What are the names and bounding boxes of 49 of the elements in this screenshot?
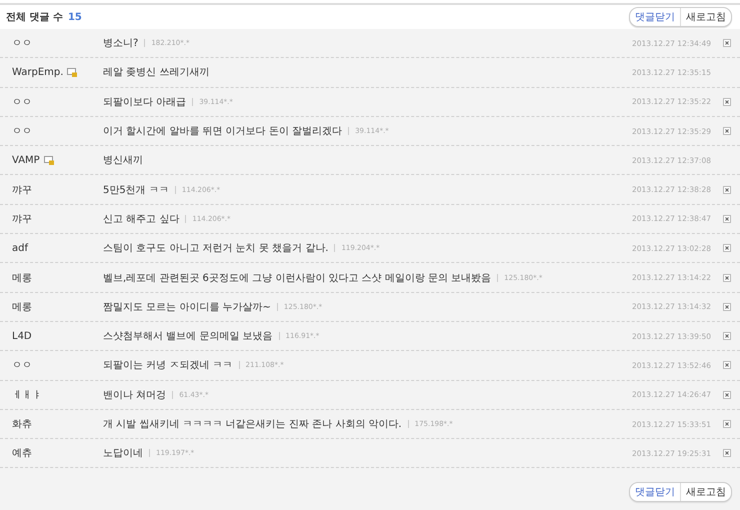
comment-author: L4D <box>12 330 32 342</box>
close-comments-button[interactable]: 댓글닫기 <box>630 483 680 502</box>
comment-text: 스팀이 호구도 아니고 저런거 눈치 못 챘을거 같나. <box>103 242 328 256</box>
comment-text: 스샷첨부해서 밸브에 문의메일 보냈음 <box>103 330 273 344</box>
comment-count-label: 전체 댓글 수 <box>6 11 63 24</box>
comment-author: ㅇㅇ <box>12 37 32 50</box>
comment-text: 이거 할시간에 알바를 뛰면 이거보다 돈이 잘벌리겠다 <box>103 125 342 138</box>
comment-text: 레알 좆병신 쓰레기새끼 <box>103 66 210 80</box>
comment-text: 되팔이는 커녕 ㅈ되겠네 ㅋㅋ <box>103 359 233 372</box>
delete-icon[interactable] <box>723 449 731 458</box>
refresh-button[interactable]: 새로고침 <box>680 483 731 502</box>
delete-icon[interactable] <box>723 214 731 223</box>
comment-author: adf <box>12 242 28 254</box>
delete-icon[interactable] <box>723 186 731 194</box>
delete-icon[interactable] <box>723 361 731 370</box>
delete-icon[interactable] <box>723 98 731 106</box>
delete-icon[interactable] <box>723 302 731 311</box>
comment-author: ㅔㅐㅑ <box>12 388 42 402</box>
comment-text: 개 시발 씹새키네 ㅋㅋㅋㅋ 너같은새키는 진짜 존나 사회의 악이다. <box>103 418 402 431</box>
comment-author: 메롱 <box>12 272 32 285</box>
comment-author: 꺄꾸 <box>12 212 32 226</box>
comment-author: 메롱 <box>12 300 32 314</box>
comment-author: ㅇㅇ <box>12 96 32 109</box>
comment-text: 밴이나 쳐머겅 <box>103 388 166 402</box>
delete-icon[interactable] <box>723 390 731 399</box>
delete-icon[interactable] <box>723 39 731 48</box>
delete-icon[interactable] <box>723 127 731 136</box>
delete-icon[interactable] <box>723 274 731 282</box>
close-comments-button[interactable]: 댓글닫기 <box>630 8 680 26</box>
comment-author: ㅇㅇ <box>12 125 32 138</box>
comment-author: 꺄꾸 <box>12 184 32 197</box>
comment-text: 병신새끼 <box>103 154 143 168</box>
delete-icon[interactable] <box>723 244 731 252</box>
delete-icon[interactable] <box>723 420 731 428</box>
refresh-button[interactable]: 새로고침 <box>680 8 731 26</box>
comment-text: 짬밀지도 모르는 아이디를 누가살까~ <box>103 300 271 314</box>
comment-text: 5만5천개 ㅋㅋ <box>103 184 169 197</box>
comment-author: ㅇㅇ <box>12 359 32 372</box>
delete-icon[interactable] <box>723 332 731 340</box>
comment-author: VAMP <box>12 154 40 166</box>
comment-author: 예츄 <box>12 447 32 460</box>
comment-text: 신고 해주고 싶다 <box>103 212 180 226</box>
comment-text: 되팔이보다 아래급 <box>103 96 186 109</box>
comment-author: 화츄 <box>12 418 32 431</box>
comment-text: 병소니? <box>103 37 138 50</box>
comment-count: 15 <box>68 12 82 22</box>
comment-author: WarpEmp. <box>12 66 64 78</box>
comment-text: 벨브,레포데 관련된곳 6곳정도에 그냥 이런사람이 있다고 스샷 메일이랑 문의 보내봤음 <box>103 272 492 285</box>
comment-text: 노답이네 <box>103 447 143 460</box>
